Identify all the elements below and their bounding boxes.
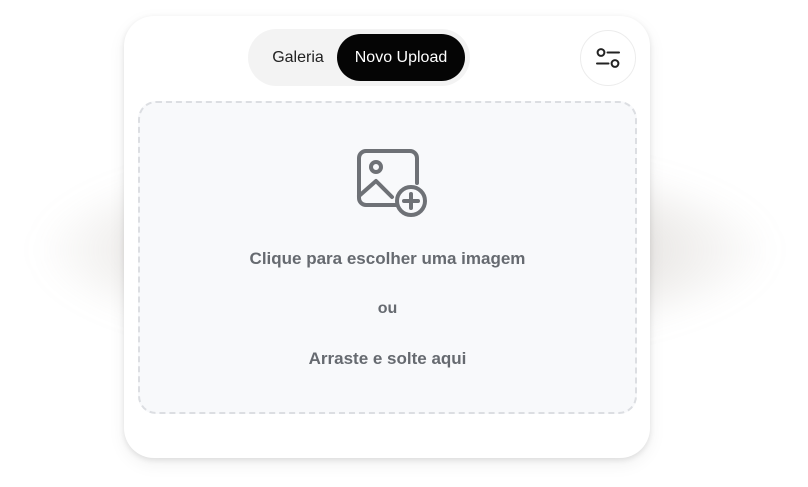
dropzone-title: Clique para escolher uma imagem: [249, 249, 526, 268]
settings-button[interactable]: [580, 30, 636, 86]
sliders-icon: [596, 48, 620, 68]
image-dropzone[interactable]: Clique para escolher uma imagem ou Arras…: [138, 101, 637, 414]
dropzone-drag-hint: Arraste e solte aqui: [308, 349, 467, 368]
tab-new-upload[interactable]: Novo Upload: [337, 34, 465, 81]
tab-gallery[interactable]: Galeria: [258, 34, 338, 81]
dropzone-or-separator: ou: [377, 300, 398, 317]
image-add-icon: [357, 149, 427, 217]
screen: Galeria Novo Upload Clique para escolher…: [0, 0, 808, 487]
source-tab-switcher: Galeria Novo Upload: [248, 29, 470, 86]
